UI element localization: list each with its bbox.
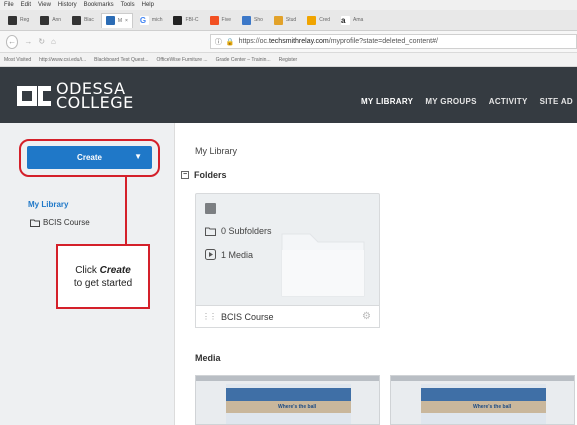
annotation-highlight [19, 139, 160, 177]
menu-help[interactable]: Help [142, 2, 154, 8]
bookmark-item[interactable]: Register [279, 57, 298, 63]
browser-tab[interactable]: Stud [270, 13, 300, 28]
browser-tab[interactable]: Sho [238, 13, 267, 28]
tab-favicon-icon [72, 15, 82, 25]
media-thumbnail[interactable]: Where's the ball [390, 375, 575, 425]
thumb-banner [226, 388, 351, 401]
tab-favicon-icon [105, 16, 115, 25]
url-text: https://oc.techsmithrelay.com/myprofile?… [238, 38, 438, 45]
browser-tab[interactable]: a Ama [337, 13, 367, 28]
thumb-caption: Where's the ball [278, 404, 317, 410]
tab-favicon-icon [173, 15, 183, 25]
browser-tab[interactable]: Gmich [136, 13, 167, 28]
top-navigation: MY LIBRARY MY GROUPS ACTIVITY SITE AD [361, 97, 573, 106]
menu-edit[interactable]: Edit [21, 2, 31, 8]
bookmark-item[interactable]: Most Visited [4, 57, 31, 63]
google-icon: G [139, 15, 149, 25]
folder-media-count: 1 Media [205, 249, 253, 260]
sidebar-item-bcis-course[interactable]: BCIS Course [30, 218, 90, 227]
annotation-callout: Click Create to get started [56, 244, 150, 309]
logo-text: ODESSA COLLEGE [56, 79, 134, 112]
home-icon[interactable]: ⌂ [51, 37, 56, 46]
menu-history[interactable]: History [58, 2, 77, 8]
media-icon [205, 249, 216, 260]
thumb-banner [421, 388, 546, 401]
folder-icon [205, 227, 216, 236]
browser-tab[interactable]: Cred [303, 13, 334, 28]
folders-section-header[interactable]: − Folders [181, 170, 227, 180]
bookmark-item[interactable]: http://www.csi.edu/i... [39, 57, 86, 63]
drag-handle-icon[interactable]: ⋮⋮ [202, 312, 217, 321]
annotation-connector [125, 177, 127, 245]
tab-favicon-icon [242, 15, 251, 25]
browser-tab-active[interactable]: M × [100, 12, 133, 28]
folder-watermark-icon [281, 233, 365, 297]
browser-tabbar: Reg Ann Blac M × Gmich FBI-C Five Sho Stu… [0, 10, 577, 31]
back-arrow-icon: ← [8, 37, 17, 46]
logo-mark-icon [17, 86, 51, 106]
address-bar[interactable]: ⓘ 🔒 https://oc.techsmithrelay.com/myprof… [209, 34, 577, 49]
thumb-topbar [196, 376, 379, 381]
tab-favicon-icon [273, 15, 283, 25]
tab-favicon-icon [209, 15, 219, 25]
breadcrumb: My Library [195, 146, 238, 156]
nav-activity[interactable]: ACTIVITY [489, 97, 528, 106]
reload-icon[interactable]: ↻ [38, 37, 45, 46]
thumb-caption: Where's the ball [473, 404, 512, 410]
browser-tab[interactable]: Reg [4, 13, 33, 28]
odessa-college-logo[interactable]: ODESSA COLLEGE [16, 79, 134, 112]
browser-navbar: ← → ↻ ⌂ ⓘ 🔒 https://oc.techsmithrelay.co… [0, 31, 577, 53]
browser-tab[interactable]: Blac [68, 13, 98, 28]
folder-icon [30, 219, 40, 227]
folder-footer[interactable]: ⋮⋮ BCIS Course ⚙ [195, 305, 380, 328]
collapse-icon[interactable]: − [181, 171, 189, 179]
media-thumbnail[interactable]: Where's the ball [195, 375, 380, 425]
browser-tab[interactable]: Ann [36, 13, 65, 28]
menu-tools[interactable]: Tools [121, 2, 135, 8]
browser-tab[interactable]: Five [206, 13, 235, 28]
menu-file[interactable]: File [4, 2, 14, 8]
tab-favicon-icon [40, 15, 50, 25]
forward-icon[interactable]: → [24, 37, 32, 46]
media-section-header: Media [195, 353, 221, 363]
thumb-topbar [391, 376, 574, 381]
folder-name[interactable]: BCIS Course [221, 312, 274, 322]
sidebar-item-my-library[interactable]: My Library [28, 200, 68, 209]
lock-icon: 🔒 [225, 38, 235, 46]
bookmarks-toolbar: Most Visited http://www.csi.edu/i... Bla… [0, 53, 577, 67]
nav-my-groups[interactable]: MY GROUPS [425, 97, 476, 106]
tab-favicon-icon [8, 15, 17, 25]
menu-view[interactable]: View [38, 2, 51, 8]
folder-subfolder-count: 0 Subfolders [205, 226, 272, 236]
bookmark-item[interactable]: Grade Center – Trainin... [216, 57, 271, 63]
browser-menubar: File Edit View History Bookmarks Tools H… [0, 0, 577, 10]
nav-site-admin[interactable]: SITE AD [540, 97, 573, 106]
back-button[interactable]: ← [6, 34, 19, 49]
bookmark-item[interactable]: OfficeWise Furniture ... [157, 57, 208, 63]
browser-tab[interactable]: FBI-C [169, 13, 202, 28]
nav-my-library[interactable]: MY LIBRARY [361, 97, 413, 106]
folder-select-checkbox[interactable] [205, 203, 216, 214]
app-header: ODESSA COLLEGE MY LIBRARY MY GROUPS ACTI… [0, 67, 577, 123]
amazon-icon: a [341, 15, 351, 25]
tab-close-icon[interactable]: × [125, 18, 128, 24]
info-icon[interactable]: ⓘ [215, 37, 222, 47]
gear-icon[interactable]: ⚙ [362, 311, 371, 322]
tab-favicon-icon [307, 15, 317, 25]
menu-bookmarks[interactable]: Bookmarks [84, 2, 114, 8]
bookmark-item[interactable]: Blackboard Test Quest... [94, 57, 148, 63]
